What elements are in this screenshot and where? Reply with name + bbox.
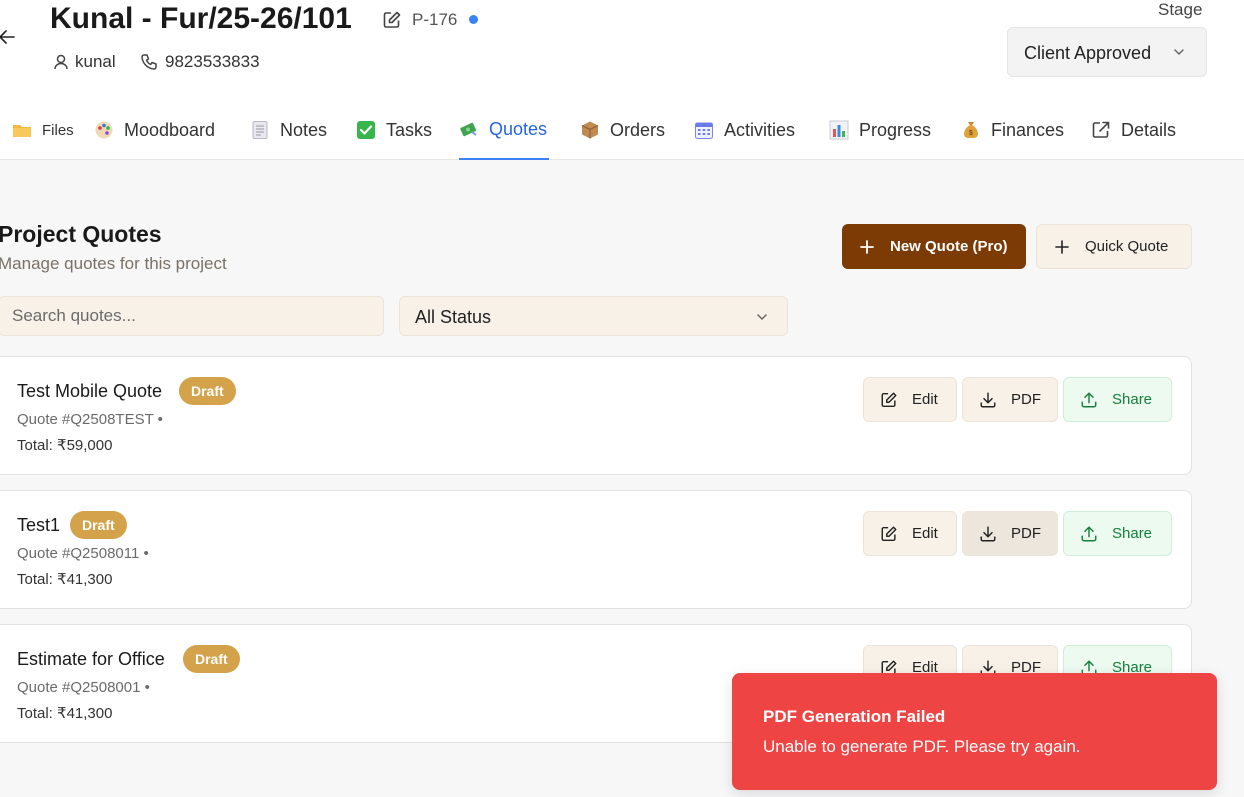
tab-tasks[interactable]: Tasks (356, 100, 432, 160)
stage-select[interactable]: Client Approved (1007, 27, 1207, 77)
status-badge: Draft (183, 645, 240, 673)
edit-icon (881, 392, 897, 407)
client-phone: 9823533833 (165, 52, 260, 71)
package-icon (581, 121, 599, 139)
external-link-icon (1092, 121, 1110, 138)
project-title: Kunal - Fur/25-26/101 (50, 2, 352, 35)
share-label: Share (1112, 391, 1153, 408)
palette-icon (95, 121, 113, 139)
share-button[interactable]: Share (1063, 377, 1172, 422)
status-filter-value: All Status (415, 307, 492, 327)
tab-progress[interactable]: Progress (829, 100, 931, 160)
new-quote-button[interactable]: New Quote (Pro) (842, 224, 1026, 269)
section-title: Project Quotes (0, 221, 162, 247)
status-badge: Draft (70, 511, 127, 539)
quote-card: Test1 Draft Quote #Q2508011 • Total: ₹41… (0, 490, 1192, 609)
quote-total: Total: ₹41,300 (17, 571, 113, 588)
checkbox-icon (357, 121, 375, 139)
quote-card: Test Mobile Quote Draft Quote #Q2508TEST… (0, 356, 1192, 475)
calendar-icon (695, 122, 713, 139)
stage-label: Stage (1158, 0, 1203, 19)
tab-label: Activities (724, 119, 796, 140)
tab-label: Moodboard (124, 119, 216, 140)
tab-label: Finances (991, 119, 1065, 140)
edit-button[interactable]: Edit (863, 377, 957, 422)
quote-number: Quote #Q2508001 • (17, 679, 150, 696)
tab-label: Notes (280, 119, 328, 140)
share-button[interactable]: Share (1063, 511, 1172, 556)
pdf-label: PDF (1011, 525, 1041, 542)
quick-quote-label: Quick Quote (1085, 238, 1169, 255)
tab-quotes[interactable]: Quotes (459, 100, 550, 160)
share-label: Share (1112, 525, 1153, 542)
edit-label: Edit (912, 525, 938, 542)
project-header: Kunal - Fur/25-26/101 P-176 kunal 982353… (0, 0, 1244, 160)
stage-value: Client Approved (1024, 43, 1152, 63)
user-icon (54, 54, 68, 70)
new-quote-label: New Quote (Pro) (890, 238, 1008, 255)
tab-moodboard[interactable]: Moodboard (94, 100, 215, 160)
edit-icon (881, 526, 897, 541)
tab-label: Progress (859, 119, 932, 140)
chevron-down-icon (757, 314, 767, 321)
quote-name: Test1 (17, 515, 61, 535)
money-icon (460, 122, 477, 137)
note-icon (252, 121, 268, 139)
quick-quote-button[interactable]: Quick Quote (1036, 224, 1192, 269)
quote-number: Quote #Q2508011 • (17, 545, 149, 562)
pdf-button[interactable]: PDF (962, 511, 1058, 556)
tab-label: Orders (610, 119, 666, 140)
toast-title: PDF Generation Failed (763, 707, 946, 726)
edit-title-icon[interactable] (382, 10, 402, 30)
pdf-label: PDF (1011, 391, 1041, 408)
status-filter-select[interactable]: All Status (399, 296, 788, 336)
money-bag-icon: $ (964, 122, 978, 138)
tab-label: Files (42, 121, 74, 139)
tab-finances[interactable]: $ Finances (961, 100, 1064, 160)
bar-chart-icon (829, 120, 849, 140)
quote-number: Quote #Q2508TEST • (17, 411, 163, 428)
svg-text:$: $ (969, 130, 973, 137)
client-name: kunal (75, 52, 116, 71)
quote-total: Total: ₹59,000 (17, 437, 113, 454)
section-subtitle: Manage quotes for this project (0, 254, 227, 273)
tab-files[interactable]: Files (12, 100, 74, 160)
tab-label: Tasks (386, 119, 433, 140)
toast-message: Unable to generate PDF. Please try again… (763, 737, 1081, 756)
folder-icon (13, 125, 31, 137)
tab-label: Quotes (489, 118, 548, 139)
error-toast[interactable]: PDF Generation Failed Unable to generate… (732, 673, 1217, 790)
quote-name: Test Mobile Quote (17, 381, 163, 401)
tab-bar: Files Moodboard Notes Tasks Quotes Order… (0, 100, 1244, 160)
search-input[interactable] (0, 296, 384, 336)
quote-name: Estimate for Office (17, 649, 165, 669)
status-badge: Draft (179, 377, 236, 405)
share-icon (1081, 526, 1097, 541)
share-icon (1081, 392, 1097, 407)
tab-orders[interactable]: Orders (580, 100, 665, 160)
tab-details[interactable]: Details (1091, 100, 1176, 160)
edit-button[interactable]: Edit (863, 511, 957, 556)
download-icon (980, 392, 996, 407)
quote-total: Total: ₹41,300 (17, 705, 113, 722)
plus-icon (1055, 239, 1069, 254)
phone-icon (141, 54, 157, 70)
back-arrow-icon[interactable] (0, 27, 16, 47)
plus-icon (860, 239, 874, 254)
tab-activities[interactable]: Activities (694, 100, 795, 160)
edit-label: Edit (912, 391, 938, 408)
pdf-button[interactable]: PDF (962, 377, 1058, 422)
download-icon (980, 526, 996, 541)
project-id: P-176 (412, 10, 458, 29)
status-dot (469, 15, 478, 24)
tab-label: Details (1121, 119, 1177, 140)
chevron-down-icon (1174, 49, 1184, 56)
tab-notes[interactable]: Notes (250, 100, 327, 160)
